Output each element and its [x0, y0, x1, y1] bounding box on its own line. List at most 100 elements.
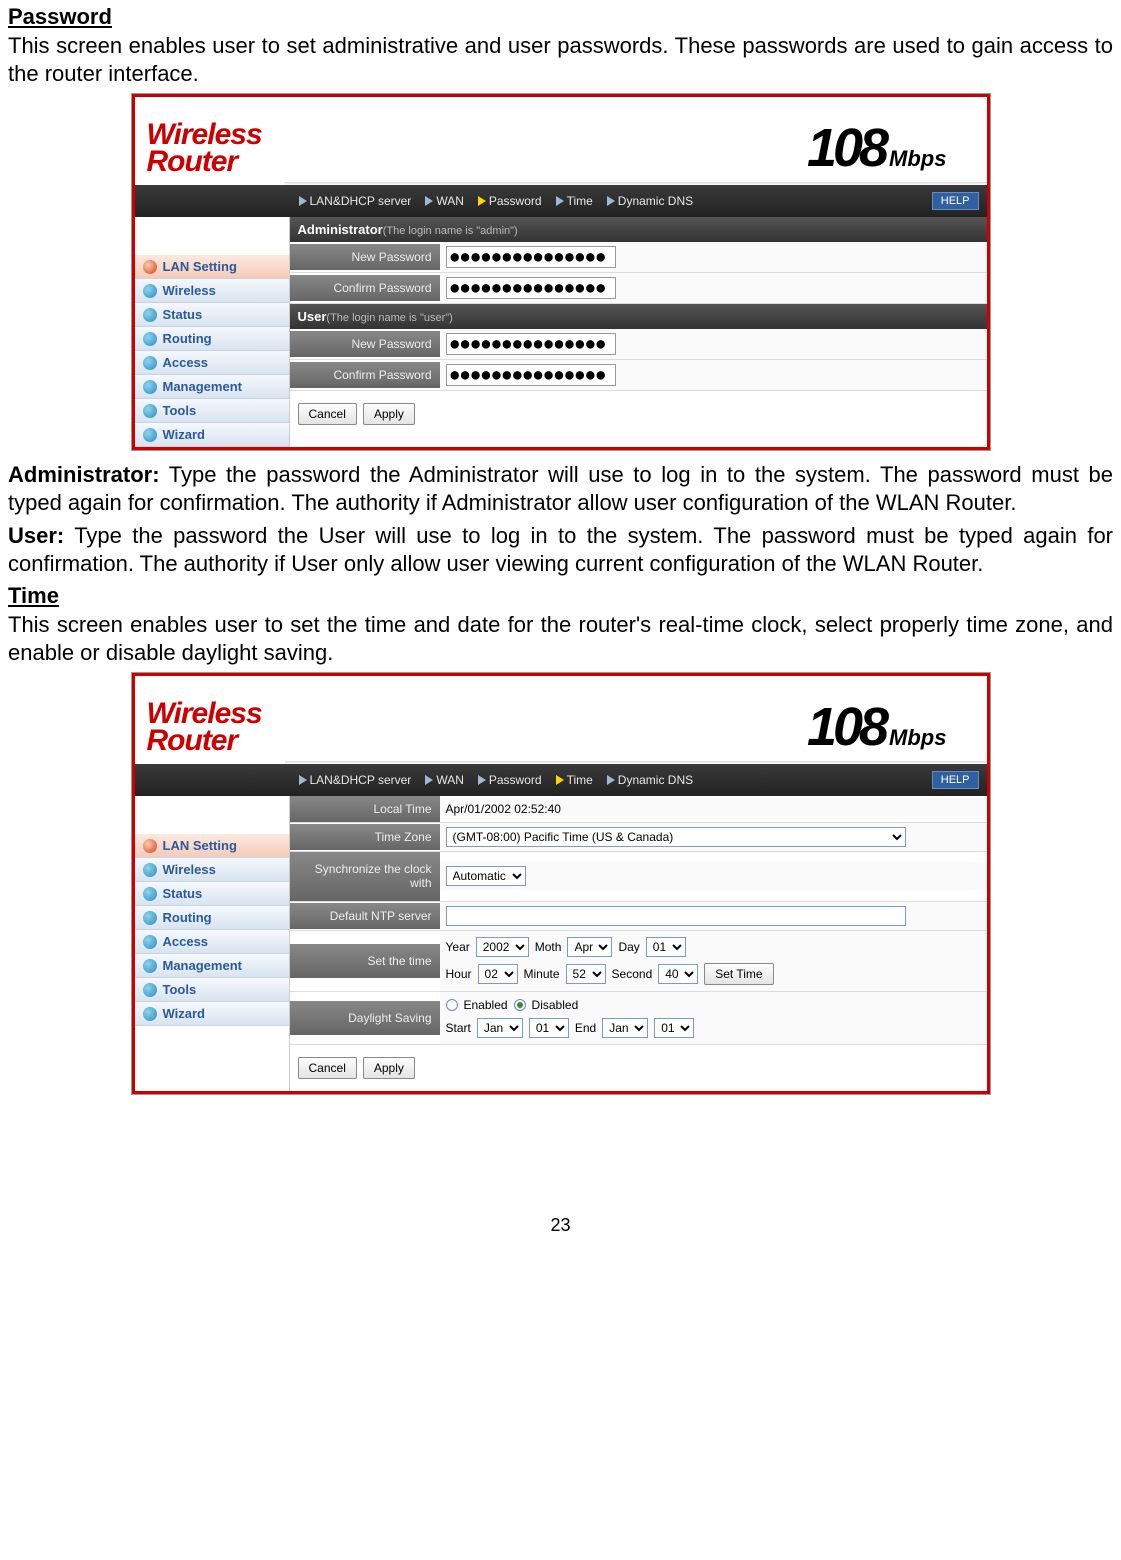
apply-button[interactable]: Apply [363, 1057, 415, 1079]
tab-dynamic-dns[interactable]: Dynamic DNS [603, 194, 697, 208]
dst-disabled-label: Disabled [532, 998, 579, 1012]
user-confirm-password-input[interactable]: ●●●●●●●●●●●●●●● [446, 364, 616, 386]
mbps-badge: 108 Mbps [807, 117, 987, 185]
hour-label: Hour [446, 967, 472, 981]
set-time-label: Set the time [290, 944, 440, 978]
year-select[interactable]: 2002 [476, 937, 529, 957]
sidebar-item-access[interactable]: Access [135, 351, 289, 375]
nav-dot-icon [143, 332, 157, 346]
tab-password[interactable]: Password [474, 194, 546, 208]
time-intro-text: This screen enables user to set the time… [8, 611, 1113, 666]
set-time-button[interactable]: Set Time [704, 963, 773, 985]
sidebar-item-status[interactable]: Status [135, 882, 289, 906]
password-intro-text: This screen enables user to set administ… [8, 32, 1113, 87]
sidebar-item-wireless[interactable]: Wireless [135, 858, 289, 882]
administrator-description: Administrator: Type the password the Adm… [8, 461, 1113, 516]
router-logo: Wireless Router [135, 690, 274, 764]
nav-dot-icon [143, 428, 157, 442]
month-select[interactable]: Apr [567, 937, 612, 957]
sidebar-item-lan-setting[interactable]: LAN Setting [135, 255, 289, 279]
tab-time[interactable]: Time [552, 194, 597, 208]
cancel-button[interactable]: Cancel [298, 403, 357, 425]
sidebar-item-tools[interactable]: Tools [135, 399, 289, 423]
mbps-number: 108 [807, 117, 885, 179]
admin-confirm-password-input[interactable]: ●●●●●●●●●●●●●●● [446, 277, 616, 299]
mbps-label: Mbps [889, 146, 946, 172]
day-label: Day [618, 940, 639, 954]
logo-line2: Router [147, 148, 262, 175]
nav-dot-icon [143, 380, 157, 394]
sidebar-item-wireless[interactable]: Wireless [135, 279, 289, 303]
ntp-server-input[interactable] [446, 906, 906, 926]
content-area: Local Time Apr/01/2002 02:52:40 Time Zon… [289, 796, 987, 1091]
tab-dynamic-dns[interactable]: Dynamic DNS [603, 773, 697, 787]
tab-time[interactable]: Time [552, 773, 597, 787]
logo-line1: Wireless [147, 700, 262, 727]
day-select[interactable]: 01 [646, 937, 686, 957]
daylight-saving-label: Daylight Saving [290, 1001, 440, 1035]
minute-select[interactable]: 52 [566, 964, 606, 984]
nav-dot-icon [143, 959, 157, 973]
nav-dot-icon [143, 1007, 157, 1021]
dst-end-day-select[interactable]: 01 [654, 1018, 694, 1038]
second-select[interactable]: 40 [658, 964, 698, 984]
dst-disabled-radio[interactable] [514, 999, 526, 1011]
logo-line1: Wireless [147, 121, 262, 148]
sidebar-item-wizard[interactable]: Wizard [135, 1002, 289, 1026]
dst-end-month-select[interactable]: Jan [602, 1018, 648, 1038]
user-new-password-input[interactable]: ●●●●●●●●●●●●●●● [446, 333, 616, 355]
local-time-value: Apr/01/2002 02:52:40 [440, 798, 987, 820]
tab-bar: LAN&DHCP server WAN Password Time Dynami… [135, 764, 987, 796]
year-label: Year [446, 940, 470, 954]
administrator-section-header: Administrator(The login name is "admin") [290, 217, 987, 242]
time-zone-select[interactable]: (GMT-08:00) Pacific Time (US & Canada) [446, 827, 906, 847]
help-button[interactable]: HELP [932, 771, 979, 789]
dst-enabled-radio[interactable] [446, 999, 458, 1011]
nav-dot-icon [143, 284, 157, 298]
user-confirm-password-label: Confirm Password [290, 362, 440, 388]
sidebar-item-tools[interactable]: Tools [135, 978, 289, 1002]
user-description: User: Type the password the User will us… [8, 522, 1113, 577]
screenshot-time: Wireless Router 108 Mbps LAN&DHCP server… [131, 672, 991, 1095]
cancel-button[interactable]: Cancel [298, 1057, 357, 1079]
sidebar-item-routing[interactable]: Routing [135, 327, 289, 351]
sidebar-item-lan-setting[interactable]: LAN Setting [135, 834, 289, 858]
tab-lan-dhcp[interactable]: LAN&DHCP server [295, 194, 416, 208]
sync-clock-select[interactable]: Automatic [446, 866, 526, 886]
help-button[interactable]: HELP [932, 192, 979, 210]
dst-start-day-select[interactable]: 01 [529, 1018, 569, 1038]
nav-dot-icon [143, 404, 157, 418]
admin-new-password-input[interactable]: ●●●●●●●●●●●●●●● [446, 246, 616, 268]
mbps-number: 108 [807, 696, 885, 758]
sidebar-item-access[interactable]: Access [135, 930, 289, 954]
mbps-label: Mbps [889, 725, 946, 751]
minute-label: Minute [524, 967, 560, 981]
hour-select[interactable]: 02 [478, 964, 518, 984]
tab-lan-dhcp[interactable]: LAN&DHCP server [295, 773, 416, 787]
admin-desc-text: Type the password the Administrator will… [8, 462, 1113, 515]
nav-dot-icon [143, 983, 157, 997]
admin-desc-label: Administrator: [8, 462, 160, 487]
sidebar-item-management[interactable]: Management [135, 954, 289, 978]
sidebar-item-wizard[interactable]: Wizard [135, 423, 289, 447]
tab-password[interactable]: Password [474, 773, 546, 787]
nav-dot-icon [143, 887, 157, 901]
nav-dot-icon [143, 356, 157, 370]
dst-enabled-label: Enabled [464, 998, 508, 1012]
router-logo: Wireless Router [135, 111, 274, 185]
tab-bar: LAN&DHCP server WAN Password Time Dynami… [135, 185, 987, 217]
nav-dot-icon [143, 839, 157, 853]
sidebar-nav: LAN Setting Wireless Status Routing Acce… [135, 796, 289, 1091]
tab-wan[interactable]: WAN [421, 194, 468, 208]
admin-new-password-label: New Password [290, 244, 440, 270]
admin-confirm-password-label: Confirm Password [290, 275, 440, 301]
nav-dot-icon [143, 260, 157, 274]
sidebar-item-management[interactable]: Management [135, 375, 289, 399]
sidebar-item-status[interactable]: Status [135, 303, 289, 327]
dst-start-month-select[interactable]: Jan [477, 1018, 523, 1038]
second-label: Second [612, 967, 653, 981]
user-section-header: User(The login name is "user") [290, 304, 987, 329]
sidebar-item-routing[interactable]: Routing [135, 906, 289, 930]
apply-button[interactable]: Apply [363, 403, 415, 425]
tab-wan[interactable]: WAN [421, 773, 468, 787]
